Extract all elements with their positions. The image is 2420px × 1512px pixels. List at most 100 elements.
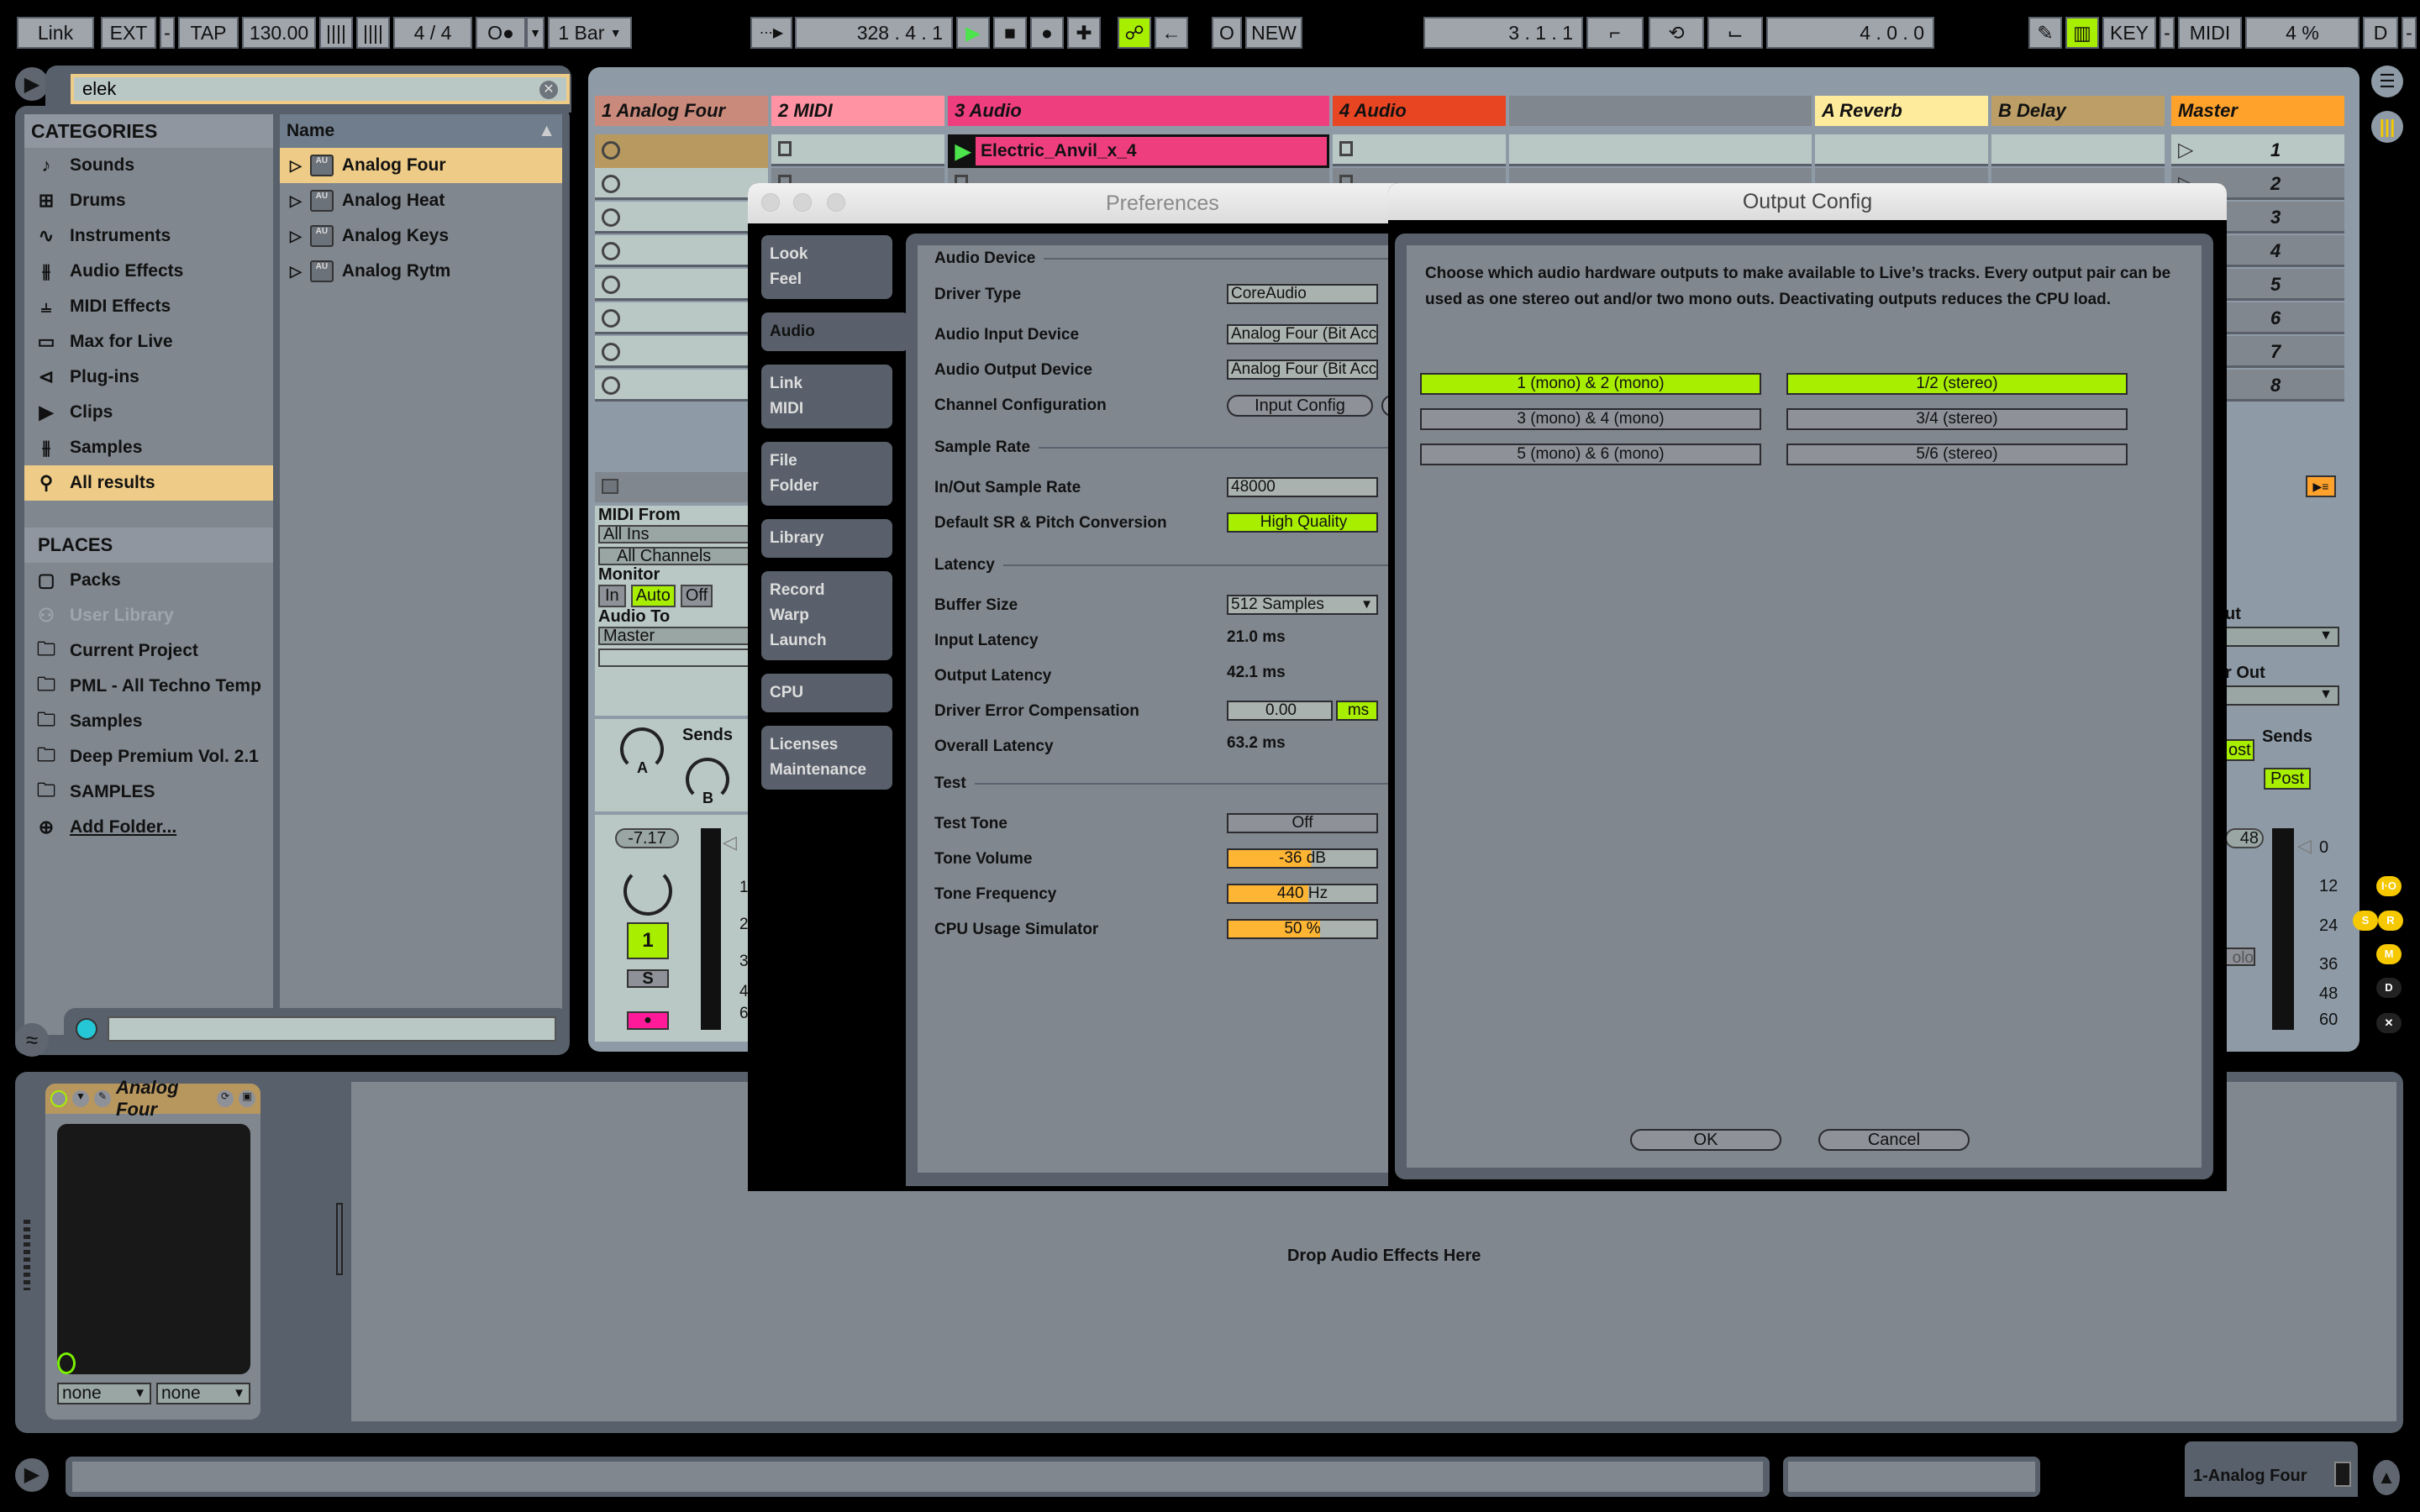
solo-button[interactable]: S (627, 969, 669, 988)
results-header[interactable]: Name ▲ (280, 114, 562, 148)
xy-pad-handle[interactable] (57, 1352, 76, 1374)
cpu-simulator-slider[interactable]: 50 % (1227, 919, 1378, 939)
xy-pad[interactable] (57, 1124, 250, 1374)
place-samples[interactable]: 🗀 SAMPLES (24, 774, 273, 810)
ext-sync-button[interactable]: EXT (101, 17, 156, 49)
track-header[interactable]: 3 Audio (948, 96, 1329, 126)
view-toggle-session[interactable]: ☰ (2371, 66, 2403, 97)
output-device-select[interactable]: Analog Four (Bit Accu (1227, 360, 1378, 380)
loop-start-field[interactable]: 3 . 1 . 1 (1423, 17, 1583, 49)
driver-type-select[interactable]: CoreAudio (1227, 284, 1378, 304)
crossfader-toggle[interactable]: ✕ (2376, 1013, 2402, 1033)
test-tone-toggle[interactable]: Off (1227, 813, 1378, 833)
master-fader-handle[interactable]: ◁ (2297, 835, 2312, 857)
clip-slot[interactable] (1815, 134, 1988, 166)
category-drums[interactable]: ⊞ Drums (24, 183, 273, 218)
driver-comp-unit-toggle[interactable]: ms (1336, 701, 1378, 721)
hot-swap-icon[interactable]: ⟳ (217, 1090, 234, 1107)
nudge-up-button[interactable]: |||| (356, 17, 390, 49)
mixer-toggle[interactable]: M (2376, 944, 2402, 964)
master-solo-button[interactable]: olo (2225, 948, 2255, 967)
clip-slot-selected[interactable] (595, 134, 768, 168)
place-pml-all-techno-temp[interactable]: 🗀 PML - All Techno Temp (24, 669, 273, 704)
place-add-folder-[interactable]: ⊕ Add Folder... (24, 810, 273, 845)
follow-button[interactable]: ⋯▶ (750, 17, 792, 49)
midi-map-button[interactable]: MIDI (2178, 17, 2242, 49)
buffer-size-select[interactable]: 512 Samples ▼ (1227, 595, 1378, 615)
input-config-button[interactable]: Input Config (1227, 395, 1373, 417)
overdub-button[interactable]: ✚ (1067, 17, 1101, 49)
category-plug-ins[interactable]: ⊲ Plug-ins (24, 360, 273, 395)
clip-slot[interactable] (595, 235, 768, 267)
result-item[interactable]: ▷ AU Analog Heat (280, 183, 562, 218)
arrangement-position[interactable]: 328 . 4 . 1 (795, 17, 953, 49)
pref-tab-link[interactable]: Link MIDI (761, 365, 892, 428)
key-map-button[interactable]: KEY (2102, 17, 2156, 49)
category-midi-effects[interactable]: ⫨ MIDI Effects (24, 289, 273, 324)
clip-slot[interactable] (1991, 134, 2165, 166)
preview-waveform[interactable] (108, 1016, 556, 1042)
place-deep-premium-vol-2-1[interactable]: 🗀 Deep Premium Vol. 2.1 (24, 739, 273, 774)
scene-play-icon[interactable]: ▷ (2178, 138, 2193, 162)
clip-slot[interactable] (595, 202, 768, 234)
clip-slot[interactable] (595, 370, 768, 402)
headphone-preview-icon[interactable] (76, 1018, 97, 1040)
category-all-results[interactable]: ⚲ All results (24, 465, 273, 501)
session-record-button[interactable]: O (1212, 17, 1242, 49)
clip-slot[interactable] (595, 302, 768, 334)
monitor-auto-button[interactable]: Auto (630, 585, 676, 607)
pref-tab-library[interactable]: Library (761, 519, 892, 558)
pref-tab-record[interactable]: Record Warp Launch (761, 571, 892, 660)
clip-slot[interactable] (595, 269, 768, 301)
tone-frequency-slider[interactable]: 440 Hz (1227, 884, 1378, 904)
output-pair-toggle[interactable]: 5/6 (stereo) (1786, 444, 2128, 465)
midi-from-select[interactable]: All Ins (598, 525, 765, 543)
send-a-post-button[interactable]: ost (2225, 739, 2254, 761)
clip-slot[interactable] (1333, 134, 1506, 166)
pan-knob[interactable] (623, 867, 672, 916)
result-item[interactable]: ▷ AU Analog Rytm (280, 254, 562, 289)
detail-view-toggle[interactable]: ▲ (2373, 1460, 2400, 1495)
search-input[interactable] (74, 77, 566, 101)
minimize-window-button[interactable] (793, 193, 812, 212)
expand-triangle-icon[interactable]: ▷ (290, 263, 302, 281)
audio-to-select[interactable]: Master (598, 627, 765, 645)
expand-triangle-icon[interactable]: ▷ (290, 192, 302, 210)
stop-button[interactable]: ■ (993, 17, 1027, 49)
track-volume-field[interactable]: -7.17 (615, 828, 679, 848)
midi-channel-select[interactable]: All Channels (598, 547, 765, 565)
pref-tab-licenses[interactable]: Licenses Maintenance (761, 726, 892, 790)
device-chain-splitter[interactable] (336, 1203, 343, 1275)
arm-button[interactable]: ● (627, 1011, 669, 1030)
tone-volume-slider[interactable]: -36 dB (1227, 848, 1378, 869)
monitor-off-button[interactable]: Off (680, 585, 713, 607)
record-button[interactable]: ● (1030, 17, 1064, 49)
computer-keyboard-button[interactable]: ▥ (2065, 17, 2099, 49)
track-header[interactable]: B Delay (1991, 96, 2165, 126)
punch-out-button[interactable]: ⌙ (1707, 17, 1763, 49)
pref-tab-cpu[interactable]: CPU (761, 674, 892, 712)
place-packs[interactable]: ▢ Packs (24, 563, 273, 598)
pref-tab-file[interactable]: File Folder (761, 442, 892, 506)
punch-in-button[interactable]: ⌐ (1586, 17, 1644, 49)
loop-length-field[interactable]: 4 . 0 . 0 (1766, 17, 1934, 49)
zoom-window-button[interactable] (827, 193, 845, 212)
category-max-for-live[interactable]: ▭ Max for Live (24, 324, 273, 360)
view-toggle-arrangement[interactable]: ||| (2371, 111, 2403, 143)
browser-toggle-button[interactable]: ▶ (15, 67, 49, 101)
scene-launch[interactable]: ▷ 1 (2171, 134, 2344, 166)
metronome-button[interactable]: O● (476, 17, 526, 49)
io-toggle[interactable]: I·O (2376, 876, 2402, 896)
automation-arm-button[interactable]: ☍ (1118, 17, 1151, 49)
new-clip-button[interactable]: NEW (1245, 17, 1302, 49)
master-volume-field[interactable]: 48 (2225, 828, 2264, 848)
nudge-down-button[interactable]: |||| (319, 17, 353, 49)
device-fold-icon[interactable]: ▼ (72, 1090, 89, 1107)
category-samples[interactable]: ⫵ Samples (24, 430, 273, 465)
tempo-field[interactable]: 130.00 (242, 17, 316, 49)
delay-toggle[interactable]: D (2376, 978, 2402, 998)
place-samples[interactable]: 🗀 Samples (24, 704, 273, 739)
input-device-select[interactable]: Analog Four (Bit Accu (1227, 324, 1378, 344)
cancel-button[interactable]: Cancel (1818, 1129, 1970, 1151)
metronome-menu-button[interactable]: ▼ (526, 17, 544, 49)
